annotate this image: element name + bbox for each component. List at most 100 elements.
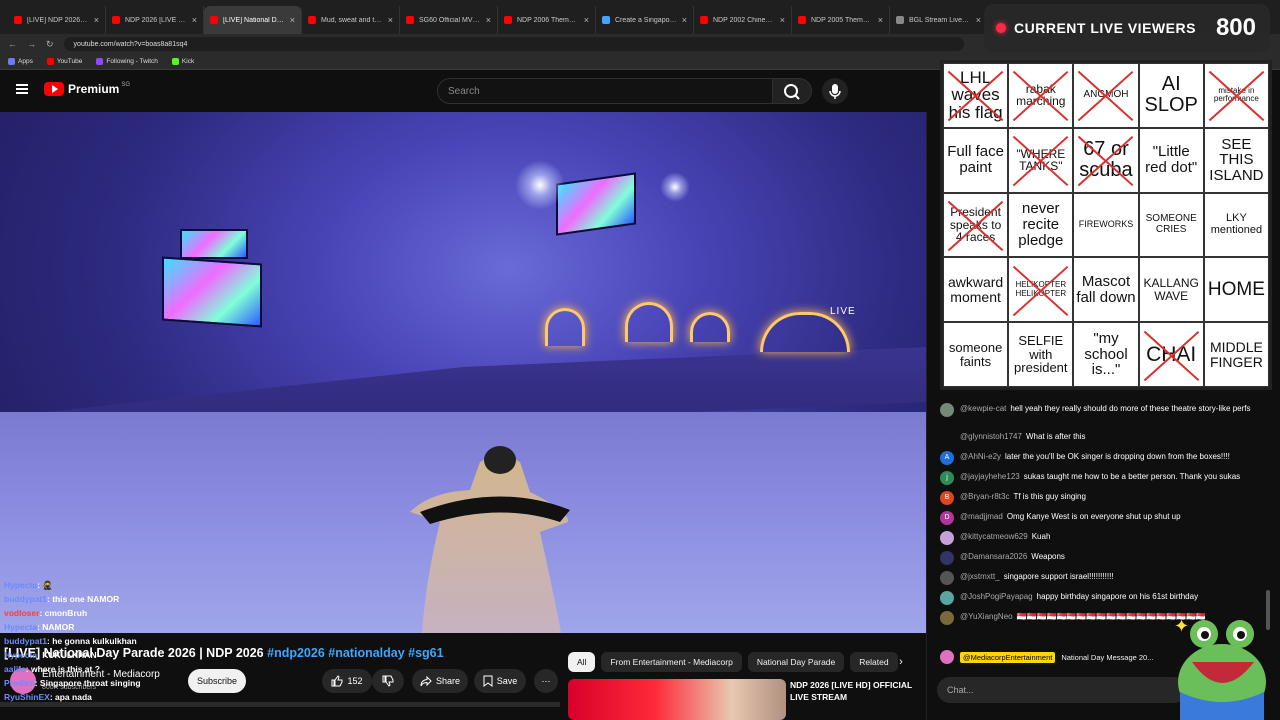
chat-input[interactable]: Chat... — [937, 677, 1187, 703]
chat-username: @madjjmad — [960, 512, 1003, 521]
search-input[interactable]: Search — [437, 78, 773, 104]
bingo-cell-text: mistake in performance — [1213, 86, 1259, 104]
chat-message[interactable]: @JoshPogiPayapag happy birthday singapore… — [940, 591, 1260, 605]
share-button[interactable]: Share — [412, 669, 468, 693]
bingo-cell-text: HOME — [1207, 278, 1265, 300]
bingo-cell: SELFIE with president — [1008, 322, 1074, 387]
video-player[interactable]: LIVE m — [0, 112, 926, 633]
light-arch — [545, 308, 585, 346]
overlay-chat-user: Hypecta — [4, 650, 38, 660]
save-button[interactable]: Save — [474, 669, 526, 693]
bookmark-icon — [8, 58, 15, 65]
chat-message[interactable]: A @AhNi-e2y later the you'll be OK singer … — [940, 451, 1260, 465]
overlay-chat-line: Predice: Singapore throat singing — [4, 676, 224, 690]
chat-message[interactable]: D @madjjmad Omg Kanye West is on everyone … — [940, 511, 1260, 525]
close-tab-icon[interactable]: × — [780, 15, 785, 25]
chat-message[interactable]: @Damansara2026 Weapons — [940, 551, 1260, 565]
chat-message[interactable]: @glynnistoh1747 What is after this — [940, 431, 1260, 445]
reload-icon[interactable]: ↻ — [46, 39, 54, 50]
filter-chip[interactable]: All — [568, 652, 596, 672]
overlay-chat-line: vodloser: cmonBruh — [4, 606, 224, 620]
close-tab-icon[interactable]: × — [192, 15, 197, 25]
overlay-chat-user: buddypat1 — [4, 594, 47, 604]
video-screen-left — [162, 256, 262, 328]
bookmark-item[interactable]: Following - Twitch — [96, 58, 158, 65]
browser-tab[interactable]: NDP 2002 Chinese Them... × — [694, 6, 792, 34]
close-tab-icon[interactable]: × — [976, 15, 981, 25]
browser-tab[interactable]: SG60 Official MV (Koala... × — [400, 6, 498, 34]
bookmark-item[interactable]: Apps — [8, 58, 33, 65]
bingo-cell: SOMEONE CRIES — [1138, 192, 1204, 258]
browser-tab[interactable]: NDP 2026 [LIVE HD] OF... × — [106, 6, 204, 34]
close-tab-icon[interactable]: × — [682, 15, 687, 25]
bingo-cell-text: KALLANG WAVE — [1143, 276, 1199, 303]
bingo-cell: rabak marching — [1008, 63, 1074, 128]
close-tab-icon[interactable]: × — [388, 15, 393, 25]
browser-tab[interactable]: NDP 2005 Theme Song... × — [792, 6, 890, 34]
close-tab-icon[interactable]: × — [94, 15, 99, 25]
tab-title: NDP 2005 Theme Song... — [811, 16, 873, 24]
recommended-thumbnail[interactable] — [568, 679, 786, 720]
overlay-chat-text: he gonna kulkulkhan — [52, 636, 137, 646]
overlay-chat-user: RyuShinEX — [4, 692, 50, 702]
browser-tab[interactable]: NDP 2006 Theme Song... × — [498, 6, 596, 34]
search-button[interactable] — [772, 78, 812, 104]
chevron-right-icon[interactable]: › — [893, 652, 909, 672]
close-tab-icon[interactable]: × — [584, 15, 589, 25]
chat-message-body: @Bryan-r8t3c Tf is this guy singing — [960, 491, 1086, 505]
bookmark-item[interactable]: Kick — [171, 58, 194, 65]
bookmark-label: Apps — [18, 58, 33, 65]
filter-chip[interactable]: From Entertainment - Mediacorp — [601, 652, 742, 672]
chat-text: sukas taught me how to be a better perso… — [1023, 472, 1241, 481]
browser-tab[interactable]: Create a Singapore ND... × — [596, 6, 694, 34]
chat-message-body: @JoshPogiPayapag happy birthday singapore… — [960, 591, 1198, 605]
chat-message[interactable]: @kittycatmeow629 Kuah — [940, 531, 1260, 545]
close-tab-icon[interactable]: × — [878, 15, 883, 25]
bingo-cell: President speaks to 4 races — [943, 192, 1009, 258]
chat-message[interactable]: @jxstmxtt_ singapore support israel!!!!!!… — [940, 571, 1260, 585]
browser-tab[interactable]: Mud, sweat and tears |... × — [302, 6, 400, 34]
close-tab-icon[interactable]: × — [486, 15, 491, 25]
save-label: Save — [496, 676, 518, 686]
video-hashtags[interactable]: #ndp2026 #nationalday #sg61 — [267, 646, 443, 660]
dislike-button[interactable] — [372, 669, 404, 693]
like-button[interactable]: 152 — [322, 669, 372, 693]
bingo-card: LHL waves his flag rabak marching ANGMOH AI… — [940, 60, 1272, 390]
chat-username: @kewpie-cat — [960, 404, 1007, 413]
tab-title: BGL Stream Live Views — [909, 16, 971, 24]
chat-message-body: @jxstmxtt_ singapore support israel!!!!!!… — [960, 571, 1114, 585]
browser-tab[interactable]: [LIVE] National Day ... × — [204, 6, 302, 34]
pinned-message[interactable]: @MediacorpEntertainment National Day Mes… — [940, 648, 1190, 666]
chat-text: happy birthday singapore on his 61st bir… — [1036, 592, 1199, 601]
filter-chip[interactable]: Related — [850, 652, 898, 672]
voice-search-button[interactable] — [822, 78, 848, 104]
viewer-counter: CURRENT LIVE VIEWERS 800 — [984, 4, 1270, 52]
close-tab-icon[interactable]: × — [290, 15, 295, 25]
doc-icon — [602, 16, 610, 24]
overlay-chat-user: Hypecta — [4, 580, 38, 590]
bookmark-icon — [46, 58, 54, 65]
avatar: A — [940, 451, 954, 465]
browser-tab[interactable]: BGL Stream Live Views × — [890, 6, 988, 34]
light-arch — [690, 312, 730, 342]
more-actions-button[interactable]: ⋯ — [534, 669, 558, 693]
chat-message[interactable]: j @jayjayhehe123 sukas taught me how to be… — [940, 471, 1260, 485]
browser-tab[interactable]: [LIVE] NDP 2026: Singa... × — [8, 6, 106, 34]
pinned-text: National Day Message 20... — [1061, 652, 1154, 662]
chat-text: Kuah — [1031, 532, 1051, 541]
spotlight — [660, 172, 690, 202]
recommended-title[interactable]: NDP 2026 [LIVE HD] OFFICIAL LIVE STREAM — [790, 679, 920, 703]
url-field[interactable]: youtube.com/watch?v=boas8a81sq4 — [63, 37, 964, 51]
chat-message[interactable]: @kewpie-cat hell yeah they really should … — [940, 403, 1260, 417]
chat-message[interactable]: B @Bryan-r8t3c Tf is this guy singing — [940, 491, 1260, 505]
menu-icon[interactable] — [16, 84, 28, 94]
filter-chip[interactable]: National Day Parade — [747, 652, 845, 672]
bookmark-label: YouTube — [56, 58, 83, 65]
bookmark-item[interactable]: YouTube — [46, 58, 83, 65]
back-icon[interactable]: ← — [8, 39, 17, 49]
chat-message-body: @madjjmad Omg Kanye West is on everyone s… — [960, 511, 1181, 525]
forward-icon[interactable]: → — [27, 39, 36, 49]
youtube-logo[interactable]: Premium SG — [44, 82, 130, 96]
youtube-icon — [406, 16, 414, 24]
bingo-cell: never recite pledge — [1008, 192, 1074, 258]
